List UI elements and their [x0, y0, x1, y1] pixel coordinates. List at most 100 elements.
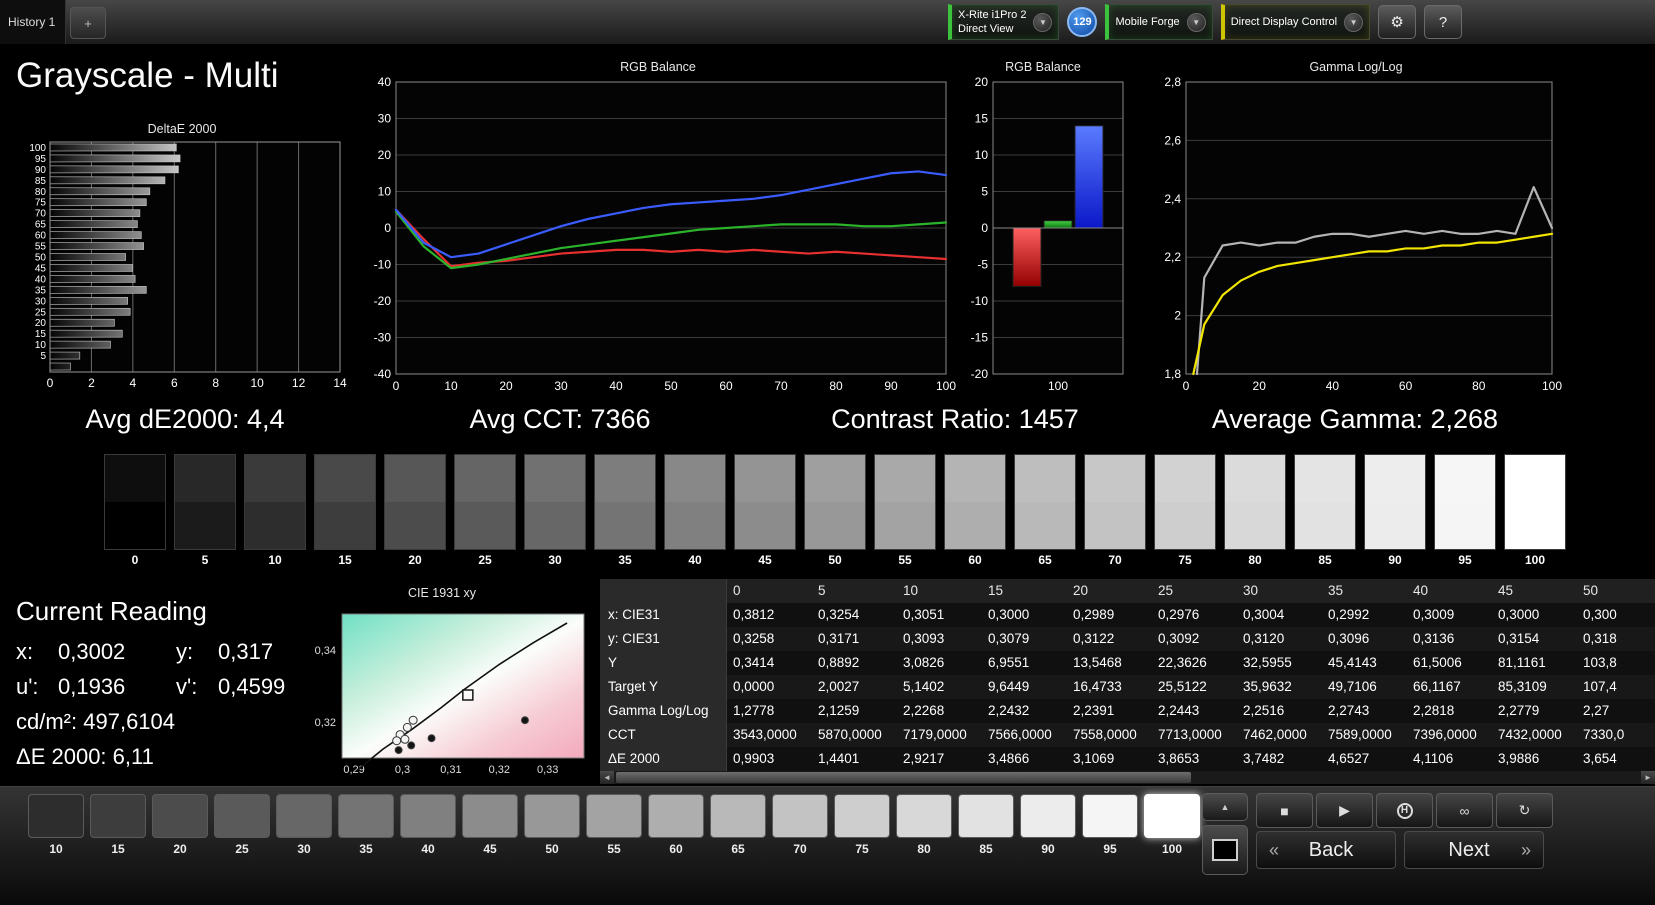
- table-cell: 16,4733: [1073, 679, 1122, 694]
- pattern-swatch[interactable]: [276, 794, 332, 838]
- chevron-down-icon[interactable]: ▼: [1186, 12, 1206, 32]
- scrollbar-thumb[interactable]: [616, 772, 1192, 783]
- pattern-level-button-95[interactable]: 95: [1082, 794, 1138, 856]
- pattern-level-button-60[interactable]: 60: [648, 794, 704, 856]
- table-cell: 2,2779: [1498, 703, 1540, 718]
- table-hscrollbar[interactable]: ◄ ►: [600, 771, 1655, 784]
- pattern-level-button-85[interactable]: 85: [958, 794, 1014, 856]
- x-label: x:: [16, 639, 34, 664]
- tab-history-1[interactable]: History 1: [0, 0, 66, 44]
- table-cell: 4,6527: [1328, 751, 1370, 766]
- pattern-level-button-65[interactable]: 65: [710, 794, 766, 856]
- add-tab-button[interactable]: +: [70, 7, 106, 39]
- grayscale-swatch: 100: [1504, 454, 1566, 567]
- actual-color: [665, 455, 725, 502]
- pattern-swatch[interactable]: [896, 794, 952, 838]
- pattern-swatch[interactable]: [1082, 794, 1138, 838]
- pattern-swatch[interactable]: [648, 794, 704, 838]
- refresh-button[interactable]: ↻: [1496, 793, 1553, 828]
- target-color: [1085, 502, 1145, 549]
- pattern-level-button-35[interactable]: 35: [338, 794, 394, 856]
- next-button[interactable]: Next »: [1404, 831, 1544, 869]
- continuous-measure-button[interactable]: ∞: [1436, 793, 1493, 828]
- pattern-level-button-15[interactable]: 15: [90, 794, 146, 856]
- svg-text:-10: -10: [971, 294, 989, 308]
- chevron-down-icon[interactable]: ▼: [1033, 12, 1053, 32]
- pattern-swatch[interactable]: [834, 794, 890, 838]
- table-cell: 7396,0000: [1413, 727, 1477, 742]
- table-cell: 0,3120: [1243, 631, 1285, 646]
- table-cell: 0,3258: [733, 631, 775, 646]
- pattern-level-button-25[interactable]: 25: [214, 794, 270, 856]
- svg-text:-5: -5: [977, 258, 988, 272]
- table-cell: 7566,0000: [988, 727, 1052, 742]
- pattern-level-button-30[interactable]: 30: [276, 794, 332, 856]
- pattern-level-button-40[interactable]: 40: [400, 794, 456, 856]
- chevron-down-icon[interactable]: ▼: [1344, 12, 1364, 32]
- pattern-level-button-70[interactable]: 70: [772, 794, 828, 856]
- grayscale-swatch: 35: [594, 454, 656, 567]
- collapse-panel-button[interactable]: ▲: [1202, 793, 1248, 821]
- stop-button[interactable]: ■: [1256, 793, 1313, 828]
- chevron-up-icon: ▲: [1220, 802, 1230, 812]
- pattern-swatch[interactable]: [152, 794, 208, 838]
- pattern-swatch[interactable]: [338, 794, 394, 838]
- pattern-swatch[interactable]: [710, 794, 766, 838]
- single-measure-button[interactable]: H: [1376, 793, 1433, 828]
- table-cell: 81,1161: [1498, 655, 1546, 670]
- scrollbar-track[interactable]: [614, 771, 1641, 784]
- scroll-left-button[interactable]: ◄: [600, 771, 614, 784]
- pattern-level-label: 20: [173, 842, 187, 856]
- pattern-level-label: 85: [979, 842, 993, 856]
- pattern-window-button[interactable]: [1202, 825, 1248, 875]
- swatch-level-label: 30: [548, 553, 562, 567]
- pattern-swatch[interactable]: [400, 794, 456, 838]
- table-header-row: 0 5 10 15 20 25 30 35 40 45 50: [600, 579, 1655, 603]
- reading-count-badge[interactable]: 129: [1067, 7, 1098, 37]
- pattern-level-button-75[interactable]: 75: [834, 794, 890, 856]
- pattern-swatch[interactable]: [524, 794, 580, 838]
- pattern-level-button-100[interactable]: 100: [1144, 794, 1200, 856]
- source-selector[interactable]: Mobile Forge ▼: [1105, 4, 1213, 40]
- pattern-swatch[interactable]: [214, 794, 270, 838]
- pattern-swatch[interactable]: [1144, 794, 1200, 838]
- pattern-level-button-45[interactable]: 45: [462, 794, 518, 856]
- scroll-right-button[interactable]: ►: [1641, 771, 1655, 784]
- grayscale-swatch: 50: [804, 454, 866, 567]
- next-label: Next: [1448, 838, 1490, 861]
- pattern-level-label: 40: [421, 842, 435, 856]
- pattern-level-button-55[interactable]: 55: [586, 794, 642, 856]
- pattern-level-button-50[interactable]: 50: [524, 794, 580, 856]
- table-cell: 7558,0000: [1073, 727, 1137, 742]
- pattern-swatch[interactable]: [586, 794, 642, 838]
- meter-selector[interactable]: X-Rite i1Pro 2 Direct View ▼: [948, 4, 1060, 40]
- pattern-level-button-90[interactable]: 90: [1020, 794, 1076, 856]
- pattern-swatch[interactable]: [958, 794, 1014, 838]
- svg-text:0,31: 0,31: [440, 764, 461, 776]
- pattern-swatch[interactable]: [28, 794, 84, 838]
- pattern-swatch[interactable]: [772, 794, 828, 838]
- play-button[interactable]: ▶: [1316, 793, 1373, 828]
- table-cell: 7462,0000: [1243, 727, 1307, 742]
- back-button[interactable]: « Back: [1256, 831, 1396, 869]
- grayscale-swatch: 25: [454, 454, 516, 567]
- pattern-level-button-20[interactable]: 20: [152, 794, 208, 856]
- svg-text:10: 10: [35, 340, 47, 351]
- help-button[interactable]: ?: [1424, 5, 1463, 39]
- pattern-swatch[interactable]: [90, 794, 146, 838]
- v-label: v':: [176, 674, 198, 699]
- cd-value: 497,6104: [83, 709, 176, 734]
- table-cell: 0,3136: [1413, 631, 1455, 646]
- settings-button[interactable]: ⚙: [1378, 5, 1417, 39]
- pattern-swatch[interactable]: [1020, 794, 1076, 838]
- pattern-level-button-10[interactable]: 10: [28, 794, 84, 856]
- table-cell: 0,2976: [1158, 607, 1200, 622]
- pattern-level-label: 15: [111, 842, 125, 856]
- svg-text:30: 30: [35, 296, 47, 307]
- svg-text:2,2: 2,2: [1164, 250, 1181, 264]
- pattern-level-button-80[interactable]: 80: [896, 794, 952, 856]
- swatch-colors: [314, 454, 376, 550]
- display-control-selector[interactable]: Direct Display Control ▼: [1220, 4, 1371, 40]
- pattern-level-label: 10: [49, 842, 63, 856]
- pattern-swatch[interactable]: [462, 794, 518, 838]
